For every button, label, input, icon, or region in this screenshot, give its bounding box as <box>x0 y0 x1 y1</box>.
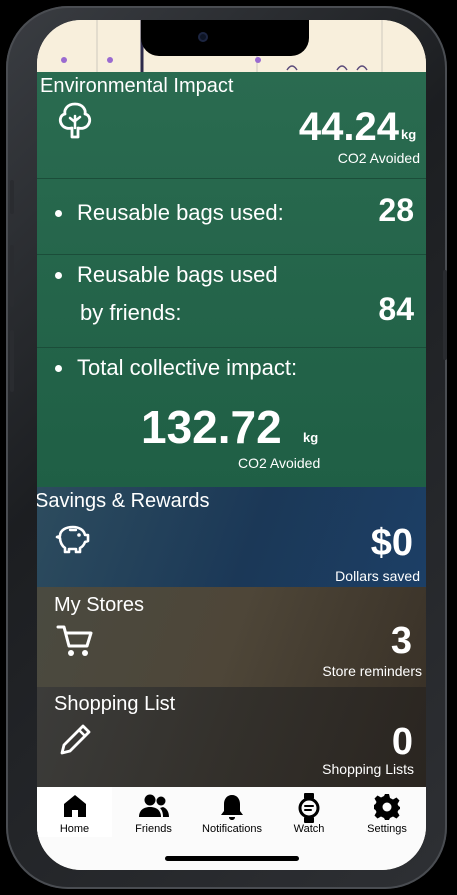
environmental-impact-title: Environmental Impact <box>40 75 234 97</box>
bullet <box>55 210 62 217</box>
shopping-list-card[interactable]: Shopping List 0 Shopping Lists <box>37 687 426 787</box>
my-stores-card[interactable]: My Stores 3 Store reminders <box>37 587 426 687</box>
shopping-list-title: Shopping List <box>54 693 176 715</box>
friends-icon <box>139 794 169 817</box>
pencil-icon <box>60 724 91 755</box>
power-button <box>443 270 447 360</box>
store-reminders-value: 3 <box>390 620 412 662</box>
tab-home-label: Home <box>59 823 90 835</box>
tab-home[interactable]: Home <box>37 787 112 837</box>
tab-notifications-label: Notifications <box>202 823 262 835</box>
bags-used-label: Reusable bags used: <box>77 200 284 225</box>
collective-impact-row: Total collective impact: 132.72 kg CO2 A… <box>37 347 426 487</box>
volume-down-button <box>10 330 14 392</box>
collective-impact-label: Total collective impact: <box>77 355 298 380</box>
bottom-tab-bar: Home Friends Notifications Watch Setting… <box>37 787 426 870</box>
savings-rewards-title: Savings & Rewards <box>37 490 210 512</box>
volume-up-button <box>10 245 14 307</box>
tab-settings[interactable]: Settings <box>348 787 426 837</box>
home-icon <box>64 795 86 817</box>
tab-friends-label: Friends <box>135 823 172 835</box>
bell-icon <box>221 795 243 820</box>
shopping-lists-value: 0 <box>391 721 413 763</box>
shopping-lists-caption: Shopping Lists <box>322 761 414 777</box>
device-notch <box>141 20 309 56</box>
tab-settings-label: Settings <box>367 823 407 835</box>
gear-icon <box>374 794 400 820</box>
watch-icon <box>298 793 320 823</box>
header-wallpaper <box>37 20 426 72</box>
tab-notifications[interactable]: Notifications <box>193 787 271 837</box>
bags-used-row: Reusable bags used: 28 <box>37 178 426 255</box>
collective-impact-value: 132.72 <box>141 401 282 453</box>
front-camera <box>198 32 208 42</box>
friends-bags-label-line2: by friends: <box>80 300 182 325</box>
co2-avoided-unit: kg <box>401 127 417 142</box>
tab-watch[interactable]: Watch <box>273 787 345 837</box>
cart-icon <box>56 625 93 656</box>
savings-caption: Dollars saved <box>335 568 420 584</box>
home-indicator[interactable] <box>165 856 299 861</box>
tab-watch-label: Watch <box>293 823 325 835</box>
piggy-bank-icon <box>55 525 90 554</box>
bags-used-value: 28 <box>378 192 414 228</box>
co2-avoided-caption: CO2 Avoided <box>337 150 420 166</box>
savings-value: $0 <box>370 522 413 564</box>
my-stores-title: My Stores <box>54 594 145 616</box>
tree-icon <box>58 102 92 139</box>
bullet <box>55 365 62 372</box>
environmental-impact-card[interactable]: Environmental Impact 44.24 kg CO2 Avoide… <box>37 72 426 487</box>
app-screen: Environmental Impact 44.24 kg CO2 Avoide… <box>37 20 426 870</box>
friends-bags-row: Reusable bags used by friends: 84 <box>37 254 426 348</box>
collective-impact-unit: kg <box>303 430 319 445</box>
friends-bags-value: 84 <box>378 291 414 327</box>
tab-friends[interactable]: Friends <box>116 787 191 837</box>
mute-switch <box>10 180 14 214</box>
bullet <box>55 272 62 279</box>
store-reminders-caption: Store reminders <box>322 663 422 679</box>
friends-bags-label-line1: Reusable bags used <box>77 262 278 287</box>
collective-impact-caption: CO2 Avoided <box>238 455 321 471</box>
savings-rewards-card[interactable]: Savings & Rewards $0 Dollars saved <box>37 487 426 587</box>
co2-avoided-value: 44.24 <box>298 105 399 149</box>
